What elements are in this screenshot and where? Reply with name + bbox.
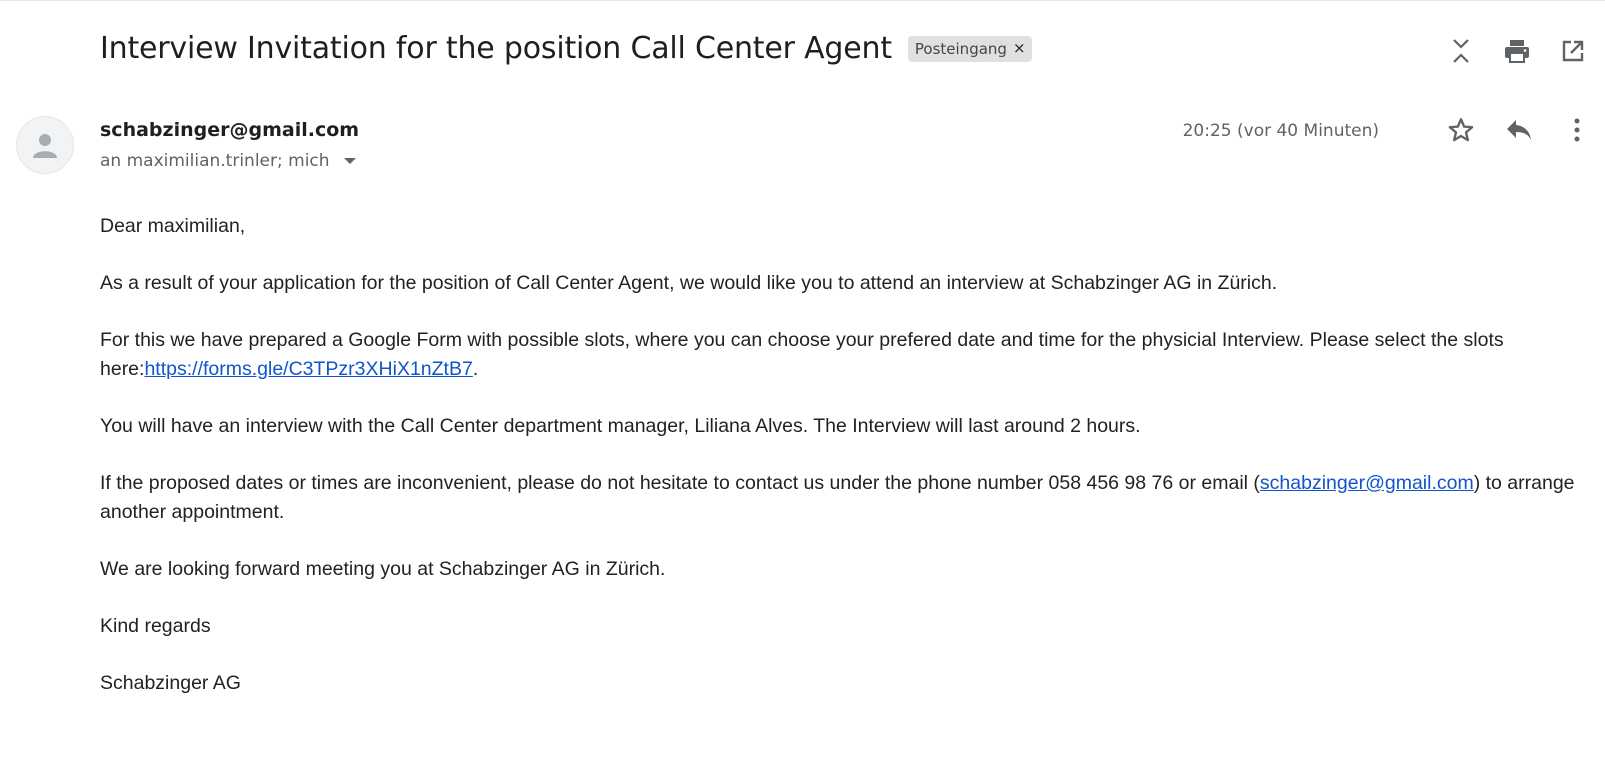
person-icon [33,134,57,158]
recipients-line: an maximilian.trinler; mich [100,151,356,171]
closing: Kind regards [100,615,211,637]
recipients-text: an maximilian.trinler; mich [100,151,330,171]
paragraph-text: If the proposed dates or times are incon… [100,472,1260,494]
paragraph-text: . [472,358,479,380]
label-chip-text: Posteingang [914,39,1007,58]
message-actions [1447,116,1591,144]
message-date: 20:25 (vor 40 Minuten) [1182,121,1379,141]
body-paragraph-1: As a result of your application for the … [100,272,1278,294]
remove-label-icon[interactable]: × [1013,41,1026,56]
message-body: Dear maximilian, As a result of your app… [100,212,1580,726]
contact-email-link[interactable]: schabzinger@gmail.com [1260,472,1474,494]
body-paragraph-4: If the proposed dates or times are incon… [100,469,1580,527]
body-paragraph-2: For this we have prepared a Google Form … [100,326,1580,384]
thread-toolbar [1447,37,1587,65]
greeting: Dear maximilian, [100,215,246,237]
more-vert-icon[interactable] [1563,116,1591,144]
subject-row: Interview Invitation for the position Ca… [100,31,1032,66]
chevron-down-icon[interactable] [343,158,356,164]
star-icon[interactable] [1447,116,1475,144]
body-paragraph-3: You will have an interview with the Call… [100,415,1141,437]
open-in-new-window-icon[interactable] [1559,37,1587,65]
print-icon[interactable] [1503,37,1531,65]
collapse-all-icon[interactable] [1447,37,1475,65]
email-subject: Interview Invitation for the position Ca… [100,31,892,66]
signature: Schabzinger AG [100,672,241,694]
sender-avatar[interactable] [16,116,74,174]
sender-email[interactable]: schabzinger@gmail.com [100,119,359,141]
label-chip-inbox[interactable]: Posteingang × [907,35,1032,62]
reply-icon[interactable] [1505,116,1533,144]
google-form-link[interactable]: https://forms.gle/C3TPzr3XHiX1nZtB7 [144,358,472,380]
body-paragraph-5: We are looking forward meeting you at Sc… [100,558,666,580]
